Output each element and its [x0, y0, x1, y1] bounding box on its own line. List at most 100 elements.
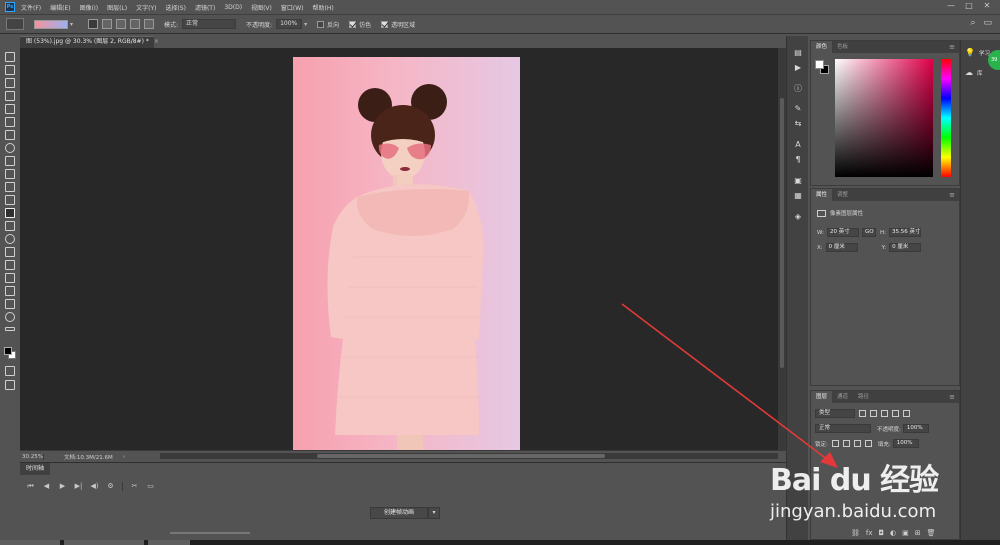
menu-3d[interactable]: 3D(D) — [224, 4, 242, 11]
diamond-gradient-icon[interactable] — [144, 19, 154, 29]
layer-filter-select[interactable]: 类型 — [815, 409, 855, 418]
tool-preset-picker[interactable] — [6, 18, 24, 30]
lock-pixels-icon[interactable] — [842, 440, 850, 447]
mode-select[interactable]: 正常 — [182, 19, 237, 29]
lasso-tool-icon[interactable] — [5, 78, 15, 88]
hand-tool-icon[interactable] — [5, 299, 15, 309]
screen-mode-icon[interactable] — [5, 380, 15, 390]
timeline-tab[interactable]: 时间轴 — [20, 463, 50, 475]
actions-icon[interactable]: ▶ — [793, 63, 803, 73]
settings-icon[interactable]: ⚙ — [106, 482, 115, 491]
pen-tool-icon[interactable] — [5, 247, 15, 257]
menu-image[interactable]: 图像(I) — [80, 3, 98, 12]
3d-icon[interactable]: ◈ — [793, 212, 803, 222]
menu-help[interactable]: 帮助(H) — [313, 3, 334, 12]
search-icon[interactable]: ⌕ — [970, 18, 975, 28]
blend-mode-select[interactable]: 正常 — [815, 424, 871, 433]
crop-tool-icon[interactable] — [5, 104, 15, 114]
layer-opacity-field[interactable]: 100% — [902, 424, 929, 433]
brush-settings-icon[interactable]: ✎ — [793, 104, 803, 114]
reverse-checkbox[interactable] — [317, 20, 325, 28]
type-tool-icon[interactable] — [5, 260, 15, 270]
info-icon[interactable]: ⓘ — [793, 84, 803, 94]
filter-adjustment-icon[interactable] — [870, 410, 877, 417]
healing-brush-tool-icon[interactable] — [5, 143, 15, 153]
history-icon[interactable]: ▤ — [793, 48, 803, 58]
color-panel-swatches[interactable] — [815, 60, 829, 74]
timeline-zoom-slider[interactable] — [170, 532, 250, 534]
reflected-gradient-icon[interactable] — [130, 19, 140, 29]
gradient-swatch[interactable] — [34, 19, 68, 29]
eraser-tool-icon[interactable] — [5, 195, 15, 205]
eyedropper-tool-icon[interactable] — [5, 130, 15, 140]
clone-stamp-tool-icon[interactable] — [5, 169, 15, 179]
x-field[interactable]: 0 厘米 — [825, 243, 858, 252]
angle-gradient-icon[interactable] — [116, 19, 126, 29]
taskbar-item[interactable] — [64, 540, 144, 545]
adjustments-icon[interactable]: ⇆ — [793, 119, 803, 129]
link-dimensions-button[interactable]: GO — [861, 228, 876, 237]
history-brush-tool-icon[interactable] — [5, 182, 15, 192]
chevron-down-icon[interactable]: ▾ — [428, 507, 440, 519]
menu-filter[interactable]: 滤镜(T) — [195, 3, 215, 12]
menu-select[interactable]: 选择(S) — [165, 3, 186, 12]
foreground-color-swatch[interactable] — [4, 347, 12, 355]
gradient-tool-icon[interactable] — [5, 208, 15, 218]
fill-field[interactable]: 100% — [892, 439, 919, 448]
zoom-tool-icon[interactable] — [5, 312, 15, 322]
frame-tool-icon[interactable] — [5, 117, 15, 127]
quick-mask-icon[interactable] — [5, 366, 15, 376]
y-field[interactable]: 0 厘米 — [889, 243, 922, 252]
foreground-color-swatch[interactable] — [815, 60, 824, 69]
menu-view[interactable]: 视图(V) — [251, 3, 272, 12]
tab-adjustments[interactable]: 调整 — [832, 189, 853, 201]
menu-edit[interactable]: 编辑(E) — [50, 3, 70, 12]
document-image[interactable] — [293, 57, 520, 452]
foreground-background-swatch[interactable] — [3, 346, 17, 360]
learn-item[interactable]: 💡 学习 — [965, 48, 990, 57]
dither-checkbox[interactable] — [349, 20, 357, 28]
taskbar-item[interactable] — [0, 540, 60, 545]
play-icon[interactable]: ▶ — [58, 482, 67, 491]
paragraph-icon[interactable]: ¶ — [793, 155, 803, 165]
move-tool-icon[interactable] — [5, 52, 15, 62]
styles-icon[interactable]: ▣ — [793, 176, 803, 186]
create-frame-animation-button[interactable]: 创建帧动画 — [370, 507, 428, 519]
menu-file[interactable]: 文件(F) — [21, 3, 41, 12]
brush-tool-icon[interactable] — [5, 156, 15, 166]
lock-all-icon[interactable] — [864, 440, 872, 447]
character-icon[interactable]: A — [793, 140, 803, 150]
tab-layers[interactable]: 图层 — [811, 391, 833, 403]
tab-color[interactable]: 颜色 — [811, 41, 833, 53]
opacity-field[interactable]: 100% — [276, 19, 303, 29]
filter-smart-object-icon[interactable] — [903, 410, 910, 417]
width-field[interactable]: 20 英寸 — [826, 228, 859, 237]
linear-gradient-icon[interactable] — [88, 19, 98, 29]
panel-menu-icon[interactable]: ≡ — [949, 43, 955, 51]
vertical-scrollbar[interactable] — [778, 48, 786, 450]
document-tab[interactable]: 图 (53%).jpg @ 30.3% (图层 2, RGB/8#) * × — [20, 36, 159, 48]
chevron-right-icon[interactable]: › — [123, 454, 125, 460]
shape-tool-icon[interactable] — [5, 286, 15, 296]
library-item[interactable]: ☁ 库 — [965, 68, 983, 77]
dodge-tool-icon[interactable] — [5, 234, 15, 244]
filter-pixel-icon[interactable] — [859, 410, 866, 417]
height-field[interactable]: 35.56 英寸 — [888, 228, 921, 237]
tab-channels[interactable]: 通道 — [832, 391, 853, 403]
panel-menu-icon[interactable]: ≡ — [949, 191, 955, 199]
menu-layer[interactable]: 图层(L) — [107, 3, 127, 12]
audio-icon[interactable]: ◀) — [90, 482, 99, 491]
blur-tool-icon[interactable] — [5, 221, 15, 231]
quick-select-tool-icon[interactable] — [5, 91, 15, 101]
first-frame-icon[interactable]: ⏮ — [26, 482, 35, 491]
tab-paths[interactable]: 路径 — [853, 391, 874, 403]
taskbar-item[interactable] — [148, 540, 190, 545]
more-tools-icon[interactable] — [5, 327, 15, 331]
horizontal-scrollbar-thumb[interactable] — [317, 454, 605, 458]
close-button[interactable]: ✕ — [978, 1, 996, 10]
hue-slider[interactable] — [941, 59, 951, 177]
chevron-down-icon[interactable]: ▾ — [70, 21, 78, 28]
chevron-down-icon[interactable]: ▾ — [304, 21, 307, 28]
previous-frame-icon[interactable]: ◀ — [42, 482, 51, 491]
transparency-checkbox[interactable] — [381, 20, 389, 28]
